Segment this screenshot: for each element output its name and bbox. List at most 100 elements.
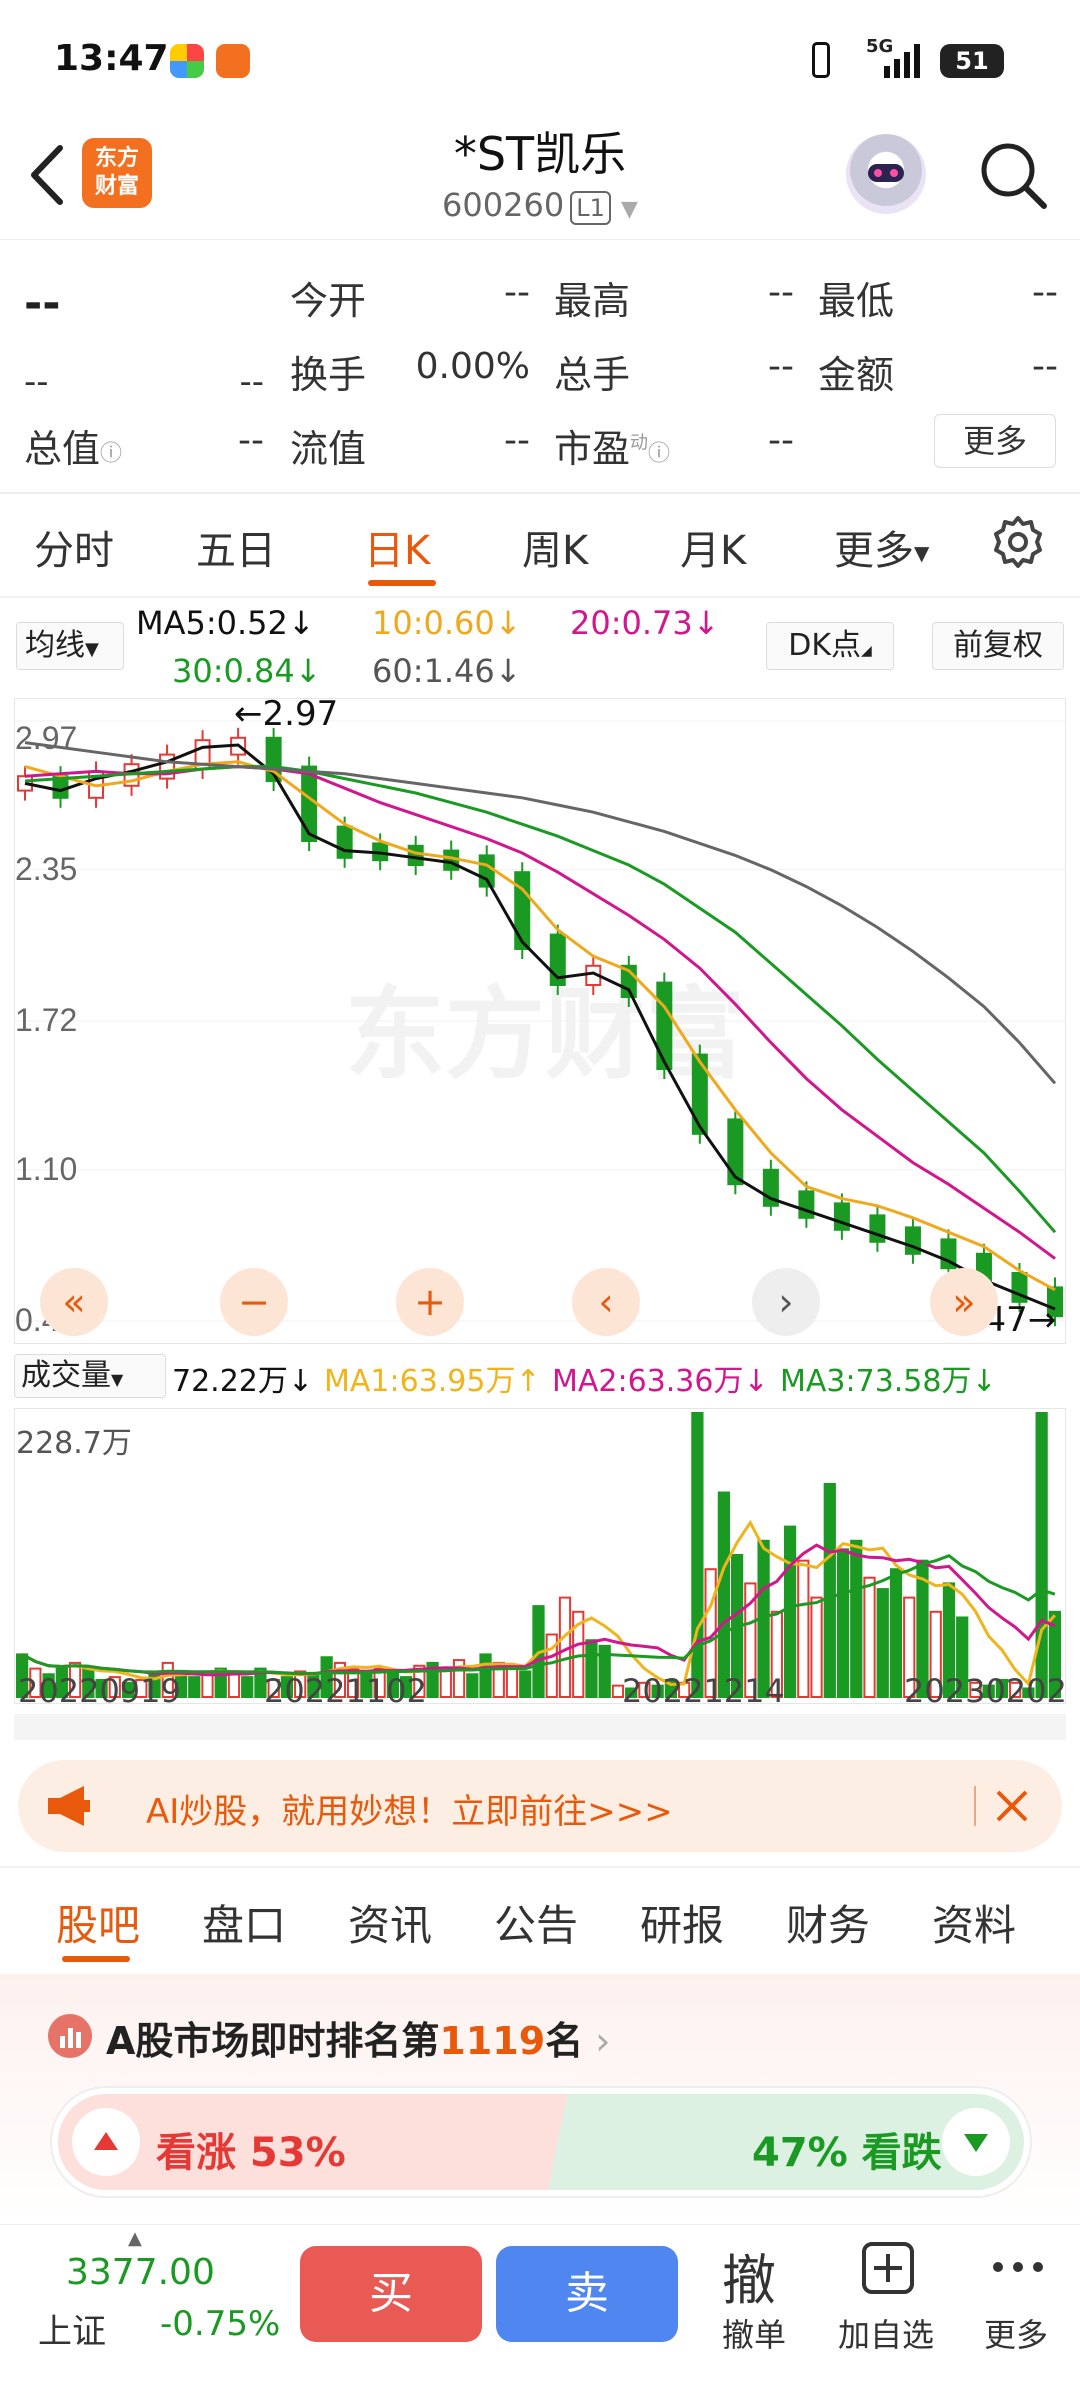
tab-intraday[interactable]: 分时	[34, 518, 114, 576]
sell-button[interactable]: 卖	[496, 2246, 678, 2342]
current-price: --	[24, 278, 61, 329]
high-label: 最高	[554, 279, 631, 323]
chevron-right-icon: ›	[583, 2019, 611, 2063]
amount-value: --	[1032, 346, 1058, 387]
volume-bar	[519, 1670, 532, 1699]
volume-value: 72.22万↓	[172, 1364, 314, 1399]
app-notification-icon	[170, 44, 204, 78]
caret-up-icon: ▲	[128, 2228, 142, 2249]
pe-label[interactable]: 市盈动ⓘ	[554, 418, 670, 473]
high-price-label: 2.97	[262, 694, 339, 734]
cancel-order-icon[interactable]: 撤	[722, 2236, 776, 2315]
tab-research[interactable]: 研报	[640, 1892, 724, 1953]
close-icon[interactable]	[990, 1784, 1034, 1828]
gear-icon[interactable]	[990, 514, 1046, 570]
scroll-right-fast-button[interactable]: »	[930, 1268, 998, 1336]
ai-robot-avatar[interactable]	[846, 134, 926, 214]
scroll-right-button[interactable]: ›	[752, 1268, 820, 1336]
buy-button[interactable]: 买	[300, 2246, 482, 2342]
kline-chart[interactable]: 东方财富 2.972.351.721.100.47	[14, 698, 1066, 1344]
cancel-order-label[interactable]: 撤单	[722, 2310, 786, 2356]
add-watchlist-label[interactable]: 加自选	[838, 2310, 934, 2356]
open-value: --	[504, 272, 530, 313]
ma60-legend: 60:1.46↓	[372, 652, 522, 690]
volume-chart[interactable]	[14, 1408, 1066, 1704]
caret-down-icon: ▼	[85, 639, 99, 660]
ma-select[interactable]: 均线▼	[16, 622, 124, 670]
megaphone-icon	[44, 1780, 96, 1832]
scroll-left-button[interactable]: ‹	[572, 1268, 640, 1336]
candle	[301, 765, 318, 842]
search-icon[interactable]	[976, 138, 1050, 212]
volume-value: --	[768, 346, 794, 387]
tab-weekly-k[interactable]: 周K	[522, 518, 588, 576]
bear-down-icon[interactable]	[942, 2108, 1010, 2176]
divider	[974, 1786, 976, 1826]
index-name[interactable]: 上证	[38, 2304, 106, 2353]
candle	[656, 981, 673, 1071]
ranking-prefix: A股市场即时排名第	[106, 2019, 440, 2063]
divider	[0, 492, 1080, 494]
caret-down-icon: ▼	[111, 1370, 124, 1389]
volume-bar	[863, 1576, 876, 1698]
status-bar: 13:47 5G 51	[0, 0, 1080, 110]
tab-guba[interactable]: 股吧	[56, 1892, 140, 1953]
price-adjust-button[interactable]: 前复权	[932, 622, 1064, 670]
chevron-down-icon: ▼	[621, 197, 638, 222]
ma10-legend: 10:0.60↓	[372, 604, 522, 642]
volume-bar	[691, 1412, 704, 1698]
volume-label: 总手	[554, 353, 631, 397]
index-value[interactable]: 3377.00	[66, 2252, 215, 2293]
dk-label: DK点	[788, 628, 861, 663]
zoom-out-button[interactable]: −	[220, 1268, 288, 1336]
stock-code: 600260	[442, 186, 565, 224]
candle	[798, 1190, 815, 1219]
watermark: 东方财富	[345, 979, 745, 1091]
tab-finance[interactable]: 财务	[786, 1892, 870, 1953]
tab-profile[interactable]: 资料	[932, 1892, 1016, 1953]
volume-max-label: 228.7万	[16, 1426, 132, 1461]
volume-bar	[823, 1483, 836, 1698]
more-label[interactable]: 更多	[984, 2310, 1048, 2356]
volume-bar	[188, 1676, 201, 1698]
total-value: --	[238, 420, 264, 461]
y-tick-label: 1.10	[15, 1151, 77, 1187]
caret-down-icon: ▼	[914, 541, 930, 565]
candle	[336, 825, 353, 859]
tab-five-day[interactable]: 五日	[196, 518, 276, 576]
candle	[514, 871, 531, 950]
volume-svg	[16, 1412, 1062, 1699]
scroll-left-fast-button[interactable]: «	[40, 1268, 108, 1336]
amount-label: 金额	[818, 353, 895, 397]
ma5-legend: MA5:0.52↓	[136, 604, 315, 642]
price-change-pct: --	[239, 362, 264, 402]
tab-monthly-k[interactable]: 月K	[680, 518, 746, 576]
total-value-label[interactable]: 总值ⓘ	[24, 418, 122, 473]
pe-label-text: 市盈	[554, 427, 631, 471]
zoom-in-button[interactable]: +	[396, 1268, 464, 1336]
open-label: 今开	[290, 279, 367, 323]
index-change[interactable]: -0.75%	[160, 2304, 280, 2344]
ranking-row[interactable]: A股市场即时排名第1119名 ›	[106, 2010, 610, 2065]
ma20-legend: 20:0.73↓	[570, 604, 720, 642]
tab-announcements[interactable]: 公告	[494, 1892, 578, 1953]
active-tab-indicator	[62, 1956, 130, 1962]
dk-points-button[interactable]: DK点◢	[766, 622, 894, 670]
volume-bar	[505, 1667, 519, 1699]
vibrate-icon	[812, 42, 830, 78]
more-dots-icon[interactable]	[990, 2252, 1046, 2282]
more-quote-button[interactable]: 更多	[934, 414, 1056, 468]
tab-daily-k[interactable]: 日K	[364, 518, 430, 576]
y-tick-label: 2.35	[15, 851, 77, 887]
pe-dynamic-mark: 动	[630, 432, 649, 454]
turnover-label: 换手	[290, 353, 367, 397]
tab-news[interactable]: 资讯	[348, 1892, 432, 1953]
volume-bar	[717, 1491, 730, 1698]
time-scroll-track[interactable]	[14, 1714, 1066, 1740]
volume-indicator-select[interactable]: 成交量▼	[14, 1354, 166, 1398]
tab-more[interactable]: 更多▼	[834, 518, 929, 576]
add-watchlist-icon[interactable]	[860, 2240, 916, 2296]
tab-pankou[interactable]: 盘口	[202, 1892, 286, 1953]
bull-label: 看涨 53%	[156, 2130, 346, 2176]
bull-up-icon[interactable]	[72, 2108, 140, 2176]
